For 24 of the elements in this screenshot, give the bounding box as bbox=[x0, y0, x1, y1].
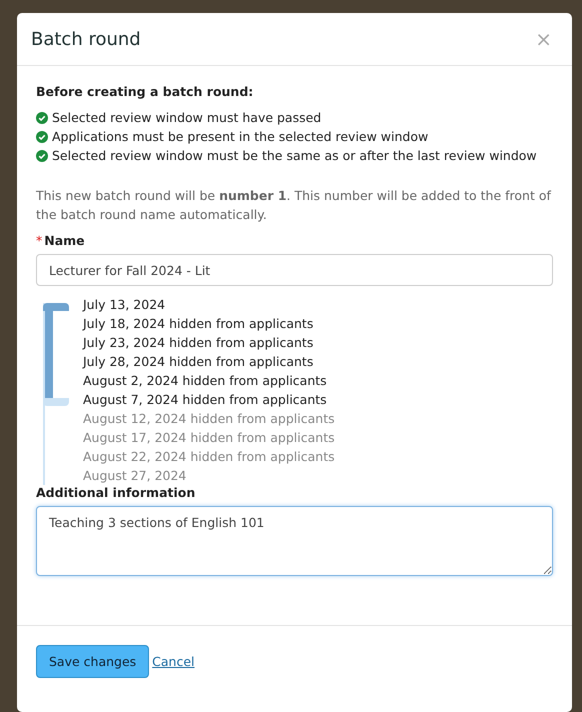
review-window-option[interactable]: August 22, 2024 hidden from applicants bbox=[83, 447, 335, 466]
review-window-option[interactable]: July 13, 2024 bbox=[83, 295, 335, 314]
requirement-text: Applications must be present in the selected review window bbox=[52, 129, 428, 144]
name-label: Name bbox=[44, 233, 85, 248]
save-button[interactable]: Save changes bbox=[36, 645, 150, 678]
requirement-text: Selected review window must be the same as or after the last review window bbox=[52, 148, 537, 163]
requirement-text: Selected review window must have passed bbox=[52, 110, 322, 125]
review-window-option[interactable]: July 23, 2024 hidden from applicants bbox=[83, 333, 335, 352]
review-window-option[interactable]: August 2, 2024 hidden from applicants bbox=[83, 371, 335, 390]
additional-information-field[interactable]: Teaching 3 sections of English 101 bbox=[36, 506, 553, 576]
review-window-option[interactable]: August 12, 2024 hidden from applicants bbox=[83, 409, 335, 428]
review-window-option[interactable]: July 28, 2024 hidden from applicants bbox=[83, 352, 335, 371]
requirements-heading: Before creating a batch round: bbox=[36, 84, 254, 99]
review-window-option[interactable]: August 17, 2024 hidden from applicants bbox=[83, 428, 335, 447]
review-window-option[interactable]: July 18, 2024 hidden from applicants bbox=[83, 314, 335, 333]
required-marker: * bbox=[36, 233, 42, 248]
info-paragraph: This new batch round will be number 1. This number will be added to the front of the batch round name automatically. bbox=[36, 187, 552, 224]
dialog-title: Batch round bbox=[31, 28, 141, 50]
range-bracket[interactable] bbox=[43, 303, 69, 406]
review-window-option[interactable]: August 7, 2024 hidden from applicants bbox=[83, 390, 335, 409]
name-field[interactable]: Lecturer for Fall 2024 - Lit bbox=[36, 254, 553, 286]
cancel-link[interactable]: Cancel bbox=[152, 654, 195, 669]
additional-information-label: Additional information bbox=[36, 485, 196, 500]
review-window-option[interactable]: August 27, 2024 bbox=[83, 466, 335, 485]
